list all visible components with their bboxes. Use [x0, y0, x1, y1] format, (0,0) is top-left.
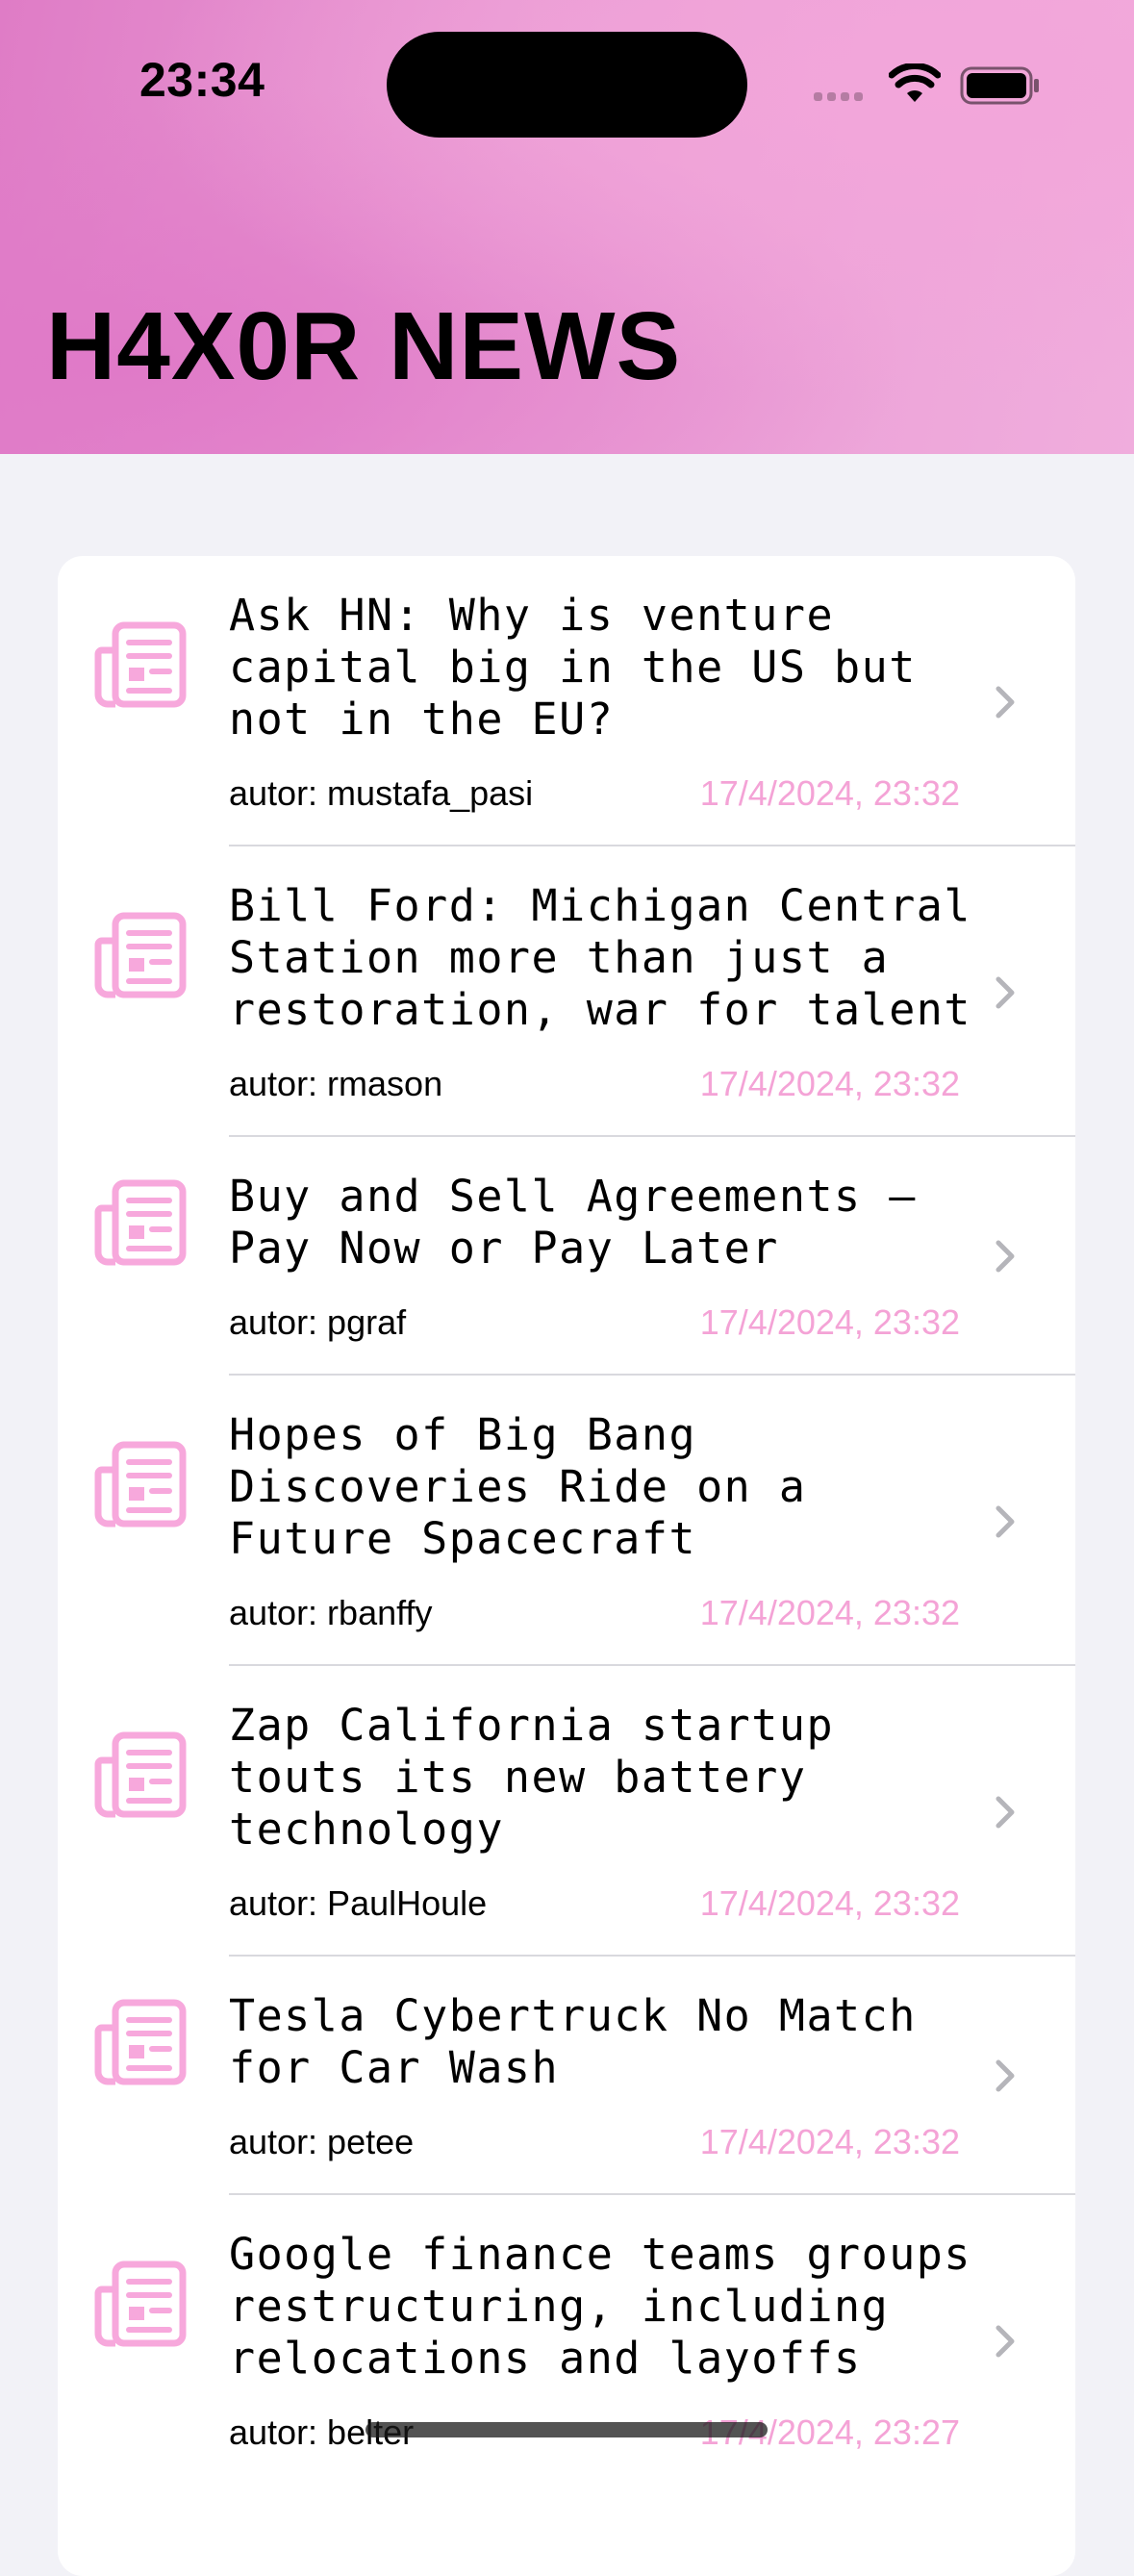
list-item[interactable]: Zap California startup touts its new bat…	[58, 1666, 1075, 1957]
article-date: 17/4/2024, 23:32	[699, 1064, 960, 1103]
article-author: autor: pgraf	[229, 1302, 407, 1342]
article-title: Ask HN: Why is venture capital big in th…	[229, 590, 917, 745]
list-item[interactable]: Hopes of Big Bang Discoveries Ride on a …	[58, 1376, 1075, 1666]
newspaper-icon	[94, 621, 187, 708]
page-title: H4X0R NEWS	[46, 292, 682, 400]
newspaper-icon	[94, 912, 187, 998]
news-list: Ask HN: Why is venture capital big in th…	[58, 556, 1075, 2576]
article-author: autor: rbanffy	[229, 1593, 433, 1632]
newspaper-icon	[94, 1999, 187, 2085]
article-author: autor: PaulHoule	[229, 1883, 488, 1923]
newspaper-icon	[94, 1731, 187, 1818]
chevron-right-icon	[995, 686, 1015, 719]
article-author: autor: mustafa_pasi	[229, 773, 534, 813]
article-title: Google finance teams groups restructurin…	[229, 2229, 971, 2384]
article-author: autor: rmason	[229, 1064, 443, 1103]
article-date: 17/4/2024, 23:32	[699, 1302, 960, 1342]
article-author: autor: petee	[229, 2122, 415, 2161]
article-date: 17/4/2024, 23:32	[699, 1883, 960, 1923]
home-indicator[interactable]	[365, 2422, 768, 2437]
status-time: 23:34	[139, 53, 265, 107]
chevron-right-icon	[995, 1505, 1015, 1538]
article-date: 17/4/2024, 23:32	[699, 1593, 960, 1632]
article-date: 17/4/2024, 23:32	[699, 2122, 960, 2161]
list-item[interactable]: Tesla Cybertruck No Match for Car Wash a…	[58, 1957, 1075, 2195]
chevron-right-icon	[995, 1240, 1015, 1273]
list-item[interactable]: Google finance teams groups restructurin…	[58, 2195, 1075, 2486]
list-item[interactable]: Ask HN: Why is venture capital big in th…	[58, 556, 1075, 846]
list-item[interactable]: Buy and Sell Agreements – Pay Now or Pay…	[58, 1137, 1075, 1376]
article-title: Buy and Sell Agreements – Pay Now or Pay…	[229, 1171, 917, 1274]
newspaper-icon	[94, 1179, 187, 1266]
newspaper-icon	[94, 1441, 187, 1528]
article-title: Tesla Cybertruck No Match for Car Wash	[229, 1990, 917, 2093]
newspaper-icon	[94, 2260, 187, 2347]
chevron-right-icon	[995, 1796, 1015, 1829]
article-title: Zap California startup touts its new bat…	[229, 1700, 835, 1855]
chevron-right-icon	[995, 2059, 1015, 2092]
battery-icon	[960, 66, 1039, 105]
article-title: Bill Ford: Michigan Central Station more…	[229, 880, 971, 1035]
chevron-right-icon	[995, 2325, 1015, 2358]
dynamic-island	[387, 32, 747, 138]
list-item[interactable]: Bill Ford: Michigan Central Station more…	[58, 846, 1075, 1137]
wifi-icon	[889, 63, 941, 102]
article-title: Hopes of Big Bang Discoveries Ride on a …	[229, 1409, 807, 1564]
article-date: 17/4/2024, 23:32	[699, 773, 960, 813]
header-background: 23:34 H4X0R NEWS	[0, 0, 1134, 454]
cellular-signal-icon	[814, 92, 863, 101]
chevron-right-icon	[995, 976, 1015, 1009]
